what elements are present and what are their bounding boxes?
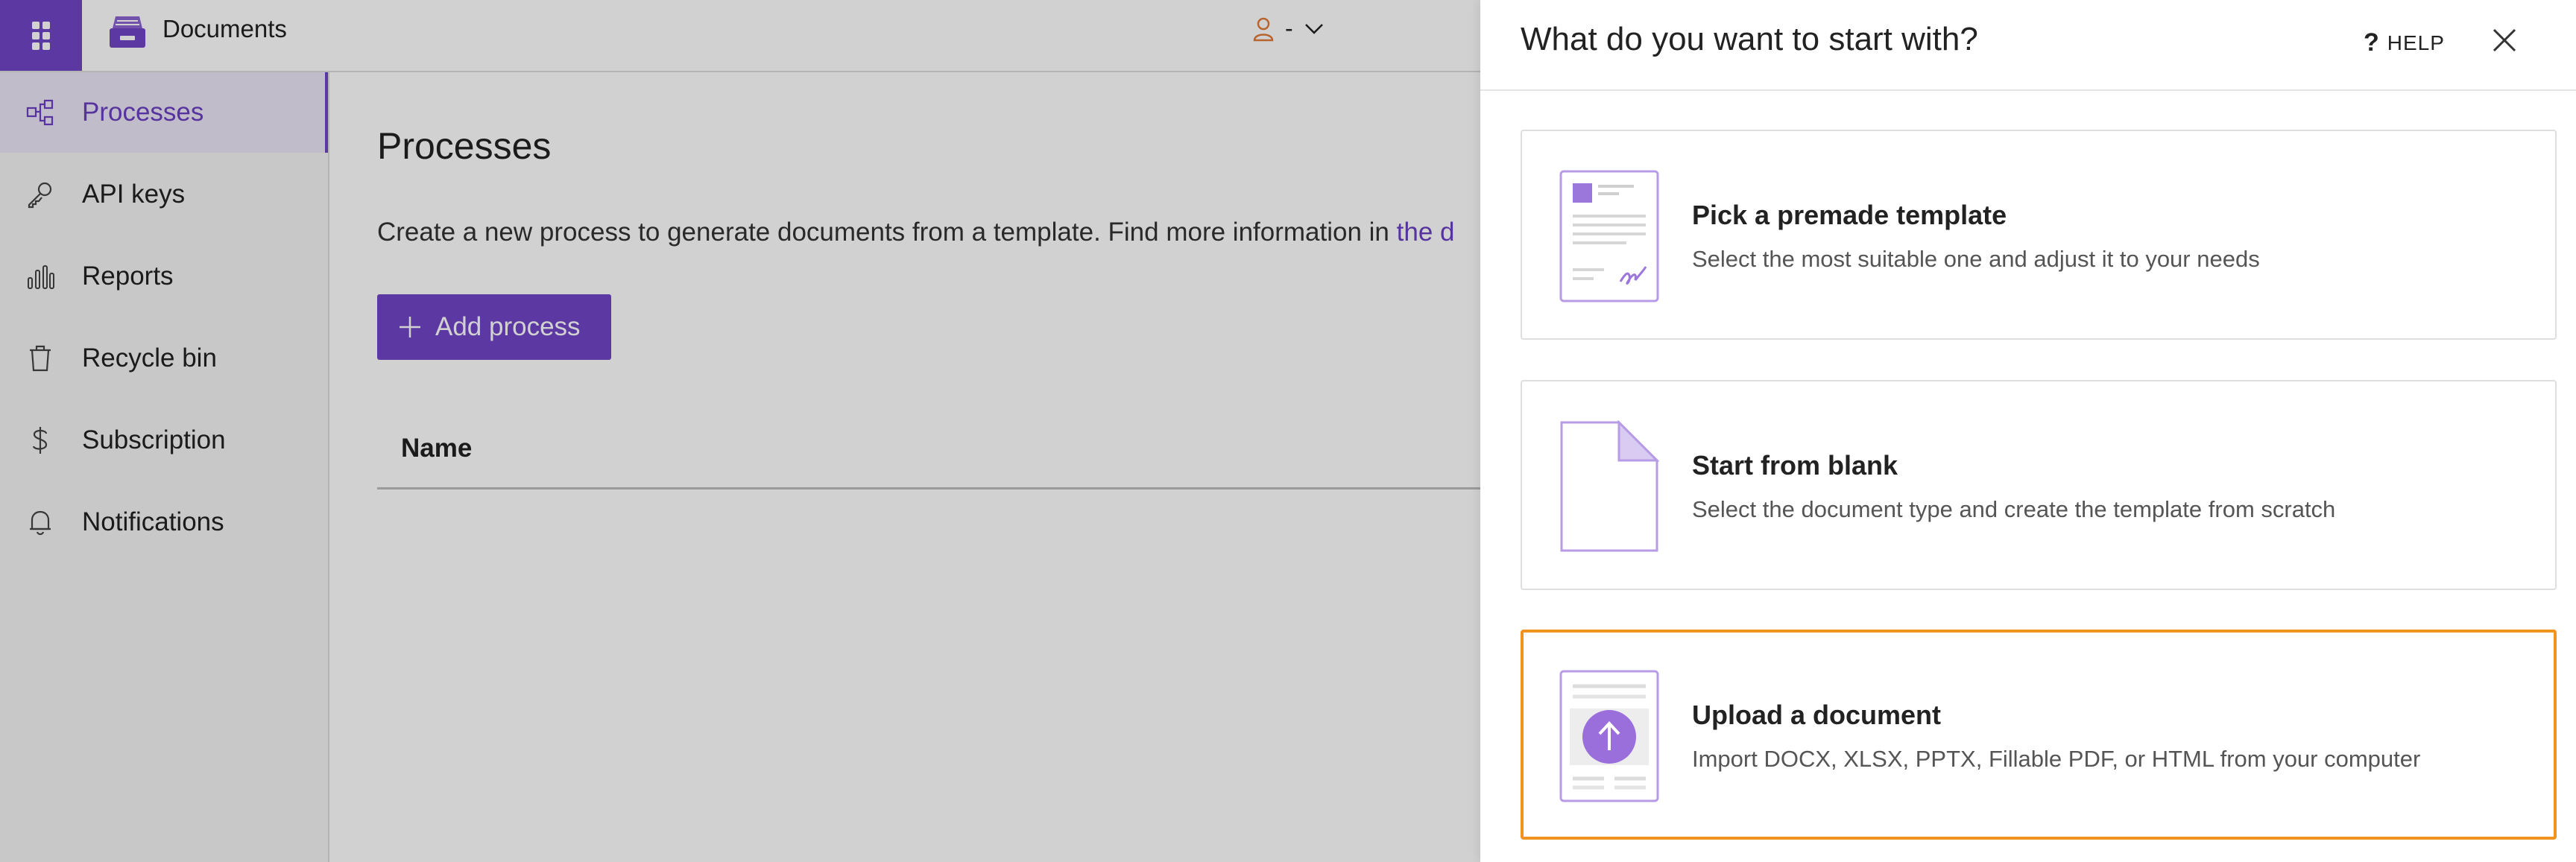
template-document-icon xyxy=(1559,170,1659,302)
start-options-drawer: What do you want to start with? ? HELP P… xyxy=(1480,0,2576,862)
modal-backdrop[interactable] xyxy=(0,0,1480,862)
drawer-header: What do you want to start with? ? HELP xyxy=(1480,0,2576,91)
upload-document-icon xyxy=(1559,670,1659,802)
option-title: Upload a document xyxy=(1692,700,1942,730)
close-icon[interactable] xyxy=(2491,27,2518,54)
option-start-from-blank[interactable]: Start from blank Select the document typ… xyxy=(1521,380,2557,590)
question-mark-icon: ? xyxy=(2364,28,2380,57)
option-description: Import DOCX, XLSX, PPTX, Fillable PDF, o… xyxy=(1692,746,2421,772)
option-description: Select the most suitable one and adjust … xyxy=(1692,246,2260,272)
option-description: Select the document type and create the … xyxy=(1692,496,2336,522)
option-premade-template[interactable]: Pick a premade template Select the most … xyxy=(1521,130,2557,340)
drawer-title: What do you want to start with? xyxy=(1521,21,1978,57)
blank-document-icon xyxy=(1560,420,1659,552)
option-title: Pick a premade template xyxy=(1692,200,2007,230)
option-title: Start from blank xyxy=(1692,450,1898,481)
option-upload-document[interactable]: Upload a document Import DOCX, XLSX, PPT… xyxy=(1521,630,2557,840)
help-label: HELP xyxy=(2387,31,2445,54)
help-button[interactable]: ? HELP xyxy=(2364,28,2445,57)
